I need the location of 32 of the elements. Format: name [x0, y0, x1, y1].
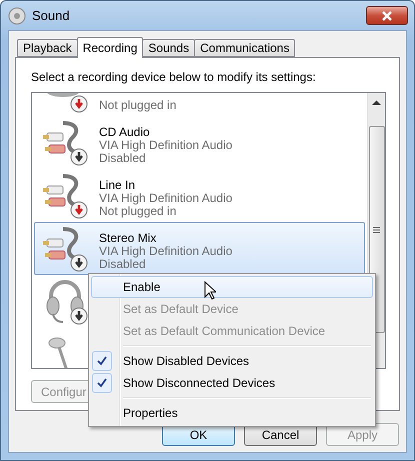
device-driver: VIA High Definition Audio	[99, 138, 232, 152]
tab[interactable]: Recording	[76, 37, 144, 58]
menu-item[interactable]: Show Disabled Devices	[91, 350, 373, 372]
tab[interactable]: Playback	[17, 39, 78, 57]
close-icon	[381, 10, 393, 20]
device-status: Disabled	[99, 152, 147, 164]
scroll-up-icon[interactable]	[372, 100, 381, 106]
tab[interactable]: Sounds	[142, 39, 196, 57]
microphone-icon	[47, 93, 79, 96]
grip-icon	[373, 226, 380, 232]
device-name: Stereo Mix	[99, 232, 158, 244]
close-button[interactable]	[366, 6, 408, 25]
audio-cable-icon	[43, 174, 80, 208]
device-status: Not plugged in	[99, 204, 178, 218]
menu-item[interactable]: Properties	[91, 402, 373, 424]
device-row[interactable]: Not plugged in	[34, 93, 365, 116]
device-driver: VIA High Definition Audio	[99, 244, 232, 258]
device-name: CD Audio	[99, 126, 151, 138]
tab[interactable]: Communications	[194, 39, 296, 57]
desk-microphone-icon	[48, 337, 68, 368]
device-row[interactable]: Line In VIA High Definition Audio Not plugged in	[34, 169, 365, 222]
instruction-text: Select a recording device below to modify its settings:	[31, 70, 317, 84]
device-status: Not plugged in	[99, 98, 176, 112]
audio-cable-icon	[43, 226, 80, 260]
device-driver: VIA High Definition Audio	[99, 192, 232, 204]
device-status: Disabled	[99, 258, 147, 270]
speaker-icon	[8, 6, 26, 24]
audio-cable-icon	[43, 120, 80, 154]
device-name: Line In	[99, 178, 136, 192]
menu-item[interactable]: Enable	[91, 276, 373, 298]
window-title: Sound	[32, 8, 71, 23]
mouse-pointer-icon	[204, 281, 216, 300]
